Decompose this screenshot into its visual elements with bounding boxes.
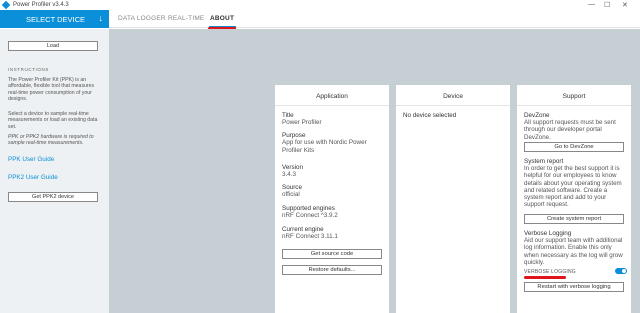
card-title: Support (562, 93, 586, 100)
system-report-heading: System report (524, 158, 564, 165)
ppk2-user-guide-link[interactable]: PPK2 User Guide (8, 174, 58, 181)
field-label: Source (282, 184, 302, 191)
field-value: nRF Connect 3.11.1 (282, 233, 338, 240)
system-report-text: In order to get the best support it is h… (524, 165, 622, 209)
divider (275, 105, 389, 106)
verbose-logging-toggle-label: VERBOSE LOGGING (524, 269, 576, 275)
get-ppk2-device-button[interactable]: Get PPK2 device (8, 192, 98, 202)
field-value: nRF Connect ^3.9.2 (282, 212, 338, 219)
field-label: Supported engines (282, 205, 335, 212)
close-icon[interactable]: ✕ (622, 1, 628, 9)
verbose-logging-toggle[interactable] (615, 268, 627, 274)
field-label: Title (282, 112, 294, 119)
verbose-logging-text: Aid our support team with additional log… (524, 237, 623, 266)
device-status: No device selected (403, 112, 457, 119)
toggle-knob (622, 269, 626, 273)
arrow-down-icon: ↓ (98, 13, 104, 23)
field-value: 3.4.3 (282, 171, 297, 178)
tab-real-time[interactable]: REAL-TIME (168, 15, 204, 22)
restore-defaults-button[interactable]: Restore defaults... (282, 265, 382, 275)
card-title: Application (316, 93, 348, 100)
go-to-devzone-button[interactable]: Go to DevZone (524, 142, 624, 152)
divider (396, 105, 510, 106)
app-logo-icon (1, 0, 11, 10)
maximize-icon[interactable]: ☐ (604, 1, 610, 9)
annotation-underline-verbose (524, 276, 566, 279)
field-label: Version (282, 164, 304, 171)
field-value: Power Profiler (282, 119, 322, 126)
divider (517, 105, 631, 106)
load-button[interactable]: Load (8, 41, 98, 51)
application-card: Application Title Power Profiler Purpose… (275, 85, 389, 313)
verbose-logging-heading: Verbose Logging (524, 230, 572, 237)
devzone-text: All support requests must be sent throug… (524, 119, 616, 141)
app-header: SELECT DEVICE ↓ DATA LOGGER REAL-TIME AB… (0, 10, 640, 28)
select-device-button[interactable]: SELECT DEVICE ↓ (0, 10, 109, 28)
restart-verbose-logging-button[interactable]: Restart with verbose logging (524, 282, 624, 292)
field-value: official (282, 191, 300, 198)
ppk-user-guide-link[interactable]: PPK User Guide (8, 156, 54, 163)
select-device-label: SELECT DEVICE (26, 14, 86, 24)
window-title: Power Profiler v3.4.3 (13, 2, 69, 8)
devzone-heading: DevZone (524, 112, 550, 119)
create-system-report-button[interactable]: Create system report (524, 214, 624, 224)
support-card: Support DevZone All support requests mus… (517, 85, 631, 313)
instructions-text: The Power Profiler Kit (PPK) is an affor… (8, 77, 95, 102)
card-title: Device (443, 93, 463, 100)
device-card: Device No device selected (396, 85, 510, 313)
main-content: Application Title Power Profiler Purpose… (109, 29, 640, 313)
instructions-note: PPK or PPK2 hardware is required to samp… (8, 134, 94, 147)
instructions-heading: INSTRUCTIONS (8, 67, 49, 72)
tab-about[interactable]: ABOUT (210, 15, 234, 22)
instructions-text: Select a device to sample real-time meas… (8, 111, 98, 130)
field-label: Current engine (282, 226, 324, 233)
window-titlebar: Power Profiler v3.4.3 — ☐ ✕ (0, 0, 640, 10)
field-value: App for use with Nordic Power Profiler K… (282, 139, 367, 154)
field-label: Purpose (282, 132, 306, 139)
minimize-icon[interactable]: — (588, 1, 595, 8)
get-source-code-button[interactable]: Get source code (282, 249, 382, 259)
sidebar: Load INSTRUCTIONS The Power Profiler Kit… (0, 29, 109, 313)
tab-data-logger[interactable]: DATA LOGGER (118, 15, 166, 22)
